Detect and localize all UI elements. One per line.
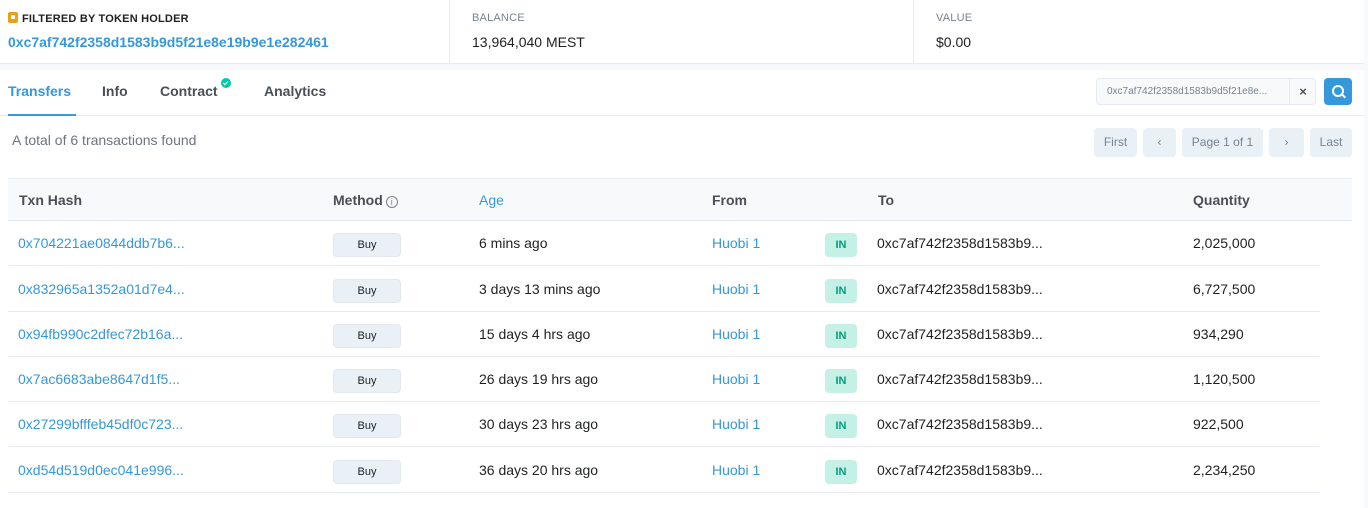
from-link[interactable]: Huobi 1 (712, 462, 760, 478)
pager-next-button[interactable]: › (1269, 128, 1304, 157)
to-address: 0xc7af742f2358d1583b9... (877, 371, 1043, 387)
method-badge: Buy (333, 233, 401, 257)
filter-holder-column: FILTERED BY TOKEN HOLDER 0xc7af742f2358d… (8, 0, 448, 64)
quantity-value: 2,234,250 (1193, 462, 1256, 478)
header-method: Method i (333, 192, 398, 208)
method-badge: Buy (333, 414, 401, 438)
quantity-value: 2,025,000 (1193, 235, 1256, 251)
age-value: 15 days 4 hrs ago (479, 326, 591, 342)
header-from: From (712, 192, 747, 208)
from-link[interactable]: Huobi 1 (712, 281, 760, 297)
tab-contract[interactable]: Contract (160, 70, 231, 116)
method-badge: Buy (333, 460, 401, 484)
age-value: 3 days 13 mins ago (479, 281, 601, 297)
tab-info[interactable]: Info (102, 70, 128, 116)
clear-filter-button[interactable]: × (1289, 79, 1316, 104)
table-row: 0x832965a1352a01d7e4... Buy 3 days 13 mins… (8, 267, 1320, 312)
to-address: 0xc7af742f2358d1583b9... (877, 281, 1043, 297)
filtered-label-row: FILTERED BY TOKEN HOLDER (8, 12, 189, 25)
table-row: 0x27299bfffeb45df0c723... Buy 30 days 23 h… (8, 402, 1320, 447)
info-icon[interactable]: i (385, 196, 398, 208)
transactions-summary: A total of 6 transactions found (12, 132, 197, 148)
table-header: Txn Hash Method i Age From To Quantity (8, 178, 1352, 221)
address-filter-input[interactable] (1097, 79, 1289, 104)
to-address: 0xc7af742f2358d1583b9... (877, 462, 1043, 478)
txn-hash-link[interactable]: 0xd54d519d0ec041e996... (18, 462, 184, 478)
holder-address-link[interactable]: 0xc7af742f2358d1583b9d5f21e8e19b9e1e2824… (8, 34, 329, 50)
quantity-value: 922,500 (1193, 416, 1244, 432)
from-link[interactable]: Huobi 1 (712, 326, 760, 342)
age-value: 6 mins ago (479, 235, 548, 251)
header-quantity: Quantity (1193, 192, 1250, 208)
verified-check-icon (220, 78, 231, 88)
txn-hash-link[interactable]: 0x7ac6683abe8647d1f5... (18, 371, 180, 387)
direction-badge: IN (825, 460, 857, 484)
header-to: To (878, 192, 895, 208)
lock-icon (8, 12, 18, 23)
to-address: 0xc7af742f2358d1583b9... (877, 235, 1043, 251)
direction-badge: IN (825, 233, 857, 257)
balance-column: BALANCE 13,964,040 MEST (449, 0, 912, 64)
search-button[interactable] (1324, 78, 1352, 105)
token-holder-overview: FILTERED BY TOKEN HOLDER 0xc7af742f2358d… (0, 0, 1364, 64)
txn-hash-link[interactable]: 0x832965a1352a01d7e4... (18, 281, 185, 297)
quantity-value: 1,120,500 (1193, 371, 1256, 387)
pager-page-info: Page 1 of 1 (1182, 128, 1263, 157)
direction-badge: IN (825, 279, 857, 303)
balance-value: 13,964,040 MEST (472, 34, 585, 50)
header-method-label: Method (333, 192, 383, 208)
value-column: VALUE $0.00 (913, 0, 1353, 64)
header-txn-hash: Txn Hash (19, 192, 83, 208)
pager-first-button[interactable]: First (1094, 128, 1137, 157)
balance-label: BALANCE (472, 12, 525, 24)
address-filter-box: × (1096, 78, 1316, 105)
age-value: 30 days 23 hrs ago (479, 416, 599, 432)
header-age-toggle[interactable]: Age (479, 192, 504, 208)
direction-badge: IN (825, 324, 857, 348)
method-badge: Buy (333, 369, 401, 393)
table-row: 0x704221ae0844ddb7b6... Buy 6 mins ago Huob… (8, 221, 1320, 266)
from-link[interactable]: Huobi 1 (712, 235, 760, 251)
txn-hash-link[interactable]: 0x704221ae0844ddb7b6... (18, 235, 185, 251)
table-row: 0x7ac6683abe8647d1f5... Buy 26 days 19 hrs… (8, 357, 1320, 402)
to-address: 0xc7af742f2358d1583b9... (877, 416, 1043, 432)
from-link[interactable]: Huobi 1 (712, 371, 760, 387)
value-label: VALUE (936, 12, 973, 24)
table-row: 0xd54d519d0ec041e996... Buy 36 days 20 hrs… (8, 448, 1320, 493)
tab-contract-label: Contract (160, 83, 218, 99)
method-badge: Buy (333, 279, 401, 303)
table-row: 0x94fb990c2dfec72b16a... Buy 15 days 4 hrs… (8, 312, 1320, 357)
direction-badge: IN (825, 369, 857, 393)
quantity-value: 934,290 (1193, 326, 1244, 342)
from-link[interactable]: Huobi 1 (712, 416, 760, 432)
tab-bar: Transfers Info Contract Analytics × (0, 70, 1364, 116)
method-badge: Buy (333, 324, 401, 348)
to-address: 0xc7af742f2358d1583b9... (877, 326, 1043, 342)
transfers-card: Transfers Info Contract Analytics × A to… (0, 70, 1364, 508)
txn-hash-link[interactable]: 0x27299bfffeb45df0c723... (18, 416, 183, 432)
filtered-label: FILTERED BY TOKEN HOLDER (22, 13, 189, 25)
pager-prev-button[interactable]: ‹ (1143, 128, 1176, 157)
value-amount: $0.00 (936, 34, 972, 50)
direction-badge: IN (825, 414, 857, 438)
tab-transfers[interactable]: Transfers (8, 70, 76, 116)
txn-hash-link[interactable]: 0x94fb990c2dfec72b16a... (18, 326, 183, 342)
tab-analytics[interactable]: Analytics (264, 70, 326, 116)
age-value: 26 days 19 hrs ago (479, 371, 599, 387)
quantity-value: 6,727,500 (1193, 281, 1256, 297)
pager-last-button[interactable]: Last (1310, 128, 1352, 157)
age-value: 36 days 20 hrs ago (479, 462, 599, 478)
